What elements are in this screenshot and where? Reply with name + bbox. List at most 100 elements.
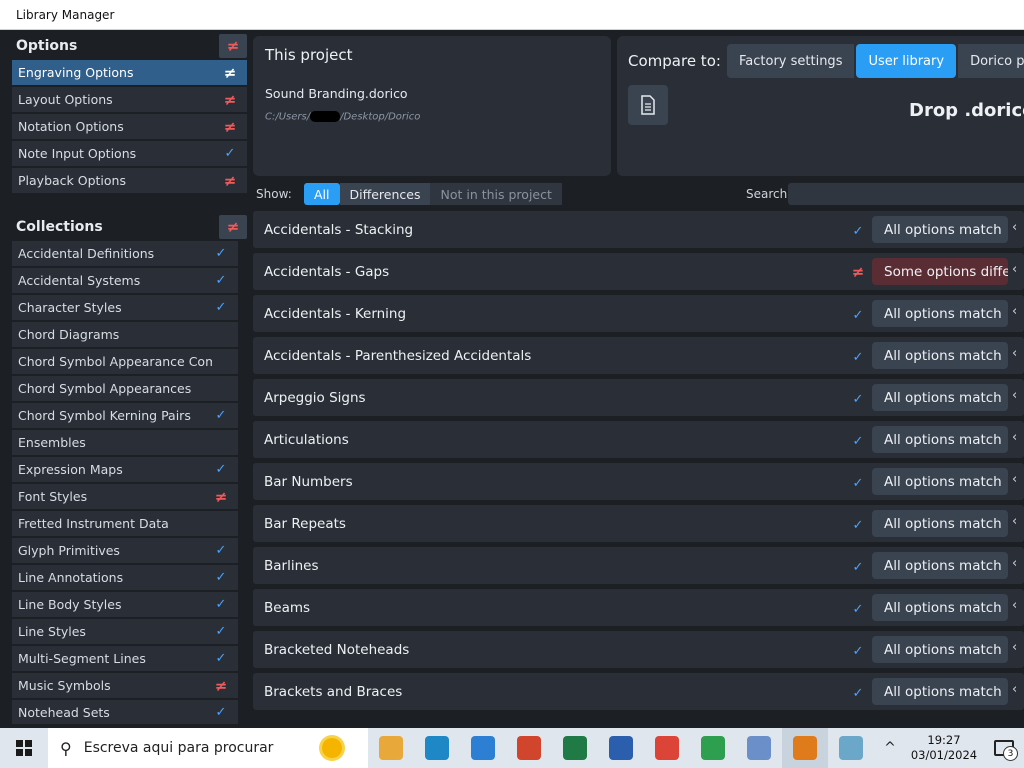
compare-option[interactable]: Factory settings [727, 44, 855, 78]
compare-option[interactable]: Dorico proje [958, 44, 1024, 78]
chevron-left-icon[interactable]: ‹ [1012, 556, 1017, 571]
sidebar-item[interactable]: Layout Options ≠ [12, 87, 247, 112]
sidebar-item[interactable]: Chord Symbol Appearance Componen [12, 349, 238, 374]
show-hidden-icons-chevron-up-icon[interactable]: ^ [876, 740, 904, 756]
comparison-row[interactable]: Brackets and Braces ✓ All options match ‹ [253, 673, 1024, 710]
taskbar-app-button[interactable] [598, 728, 644, 768]
sidebar-item[interactable]: Line Annotations ✓ [12, 565, 238, 590]
sidebar-item[interactable]: Character Styles ✓ [12, 295, 238, 320]
chevron-left-icon[interactable]: ‹ [1012, 430, 1017, 445]
taskbar-app-button[interactable] [736, 728, 782, 768]
taskbar-app-button[interactable] [552, 728, 598, 768]
row-status-pill[interactable]: Some options differ [872, 258, 1008, 285]
comparison-row[interactable]: Bar Numbers ✓ All options match ‹ [253, 463, 1024, 500]
weather-icon[interactable] [304, 736, 360, 760]
taskbar-app-button[interactable] [690, 728, 736, 768]
sidebar-item[interactable]: Line Styles ✓ [12, 619, 238, 644]
taskbar-clock[interactable]: 19:27 03/01/2024 [904, 733, 984, 763]
row-status-pill[interactable]: All options match [872, 216, 1008, 243]
chevron-left-icon[interactable]: ‹ [1012, 514, 1017, 529]
row-status-pill[interactable]: All options match [872, 342, 1008, 369]
comparison-row[interactable]: Accidentals - Gaps ≠ Some options differ ‹ [253, 253, 1024, 290]
comparison-row[interactable]: Barlines ✓ All options match ‹ [253, 547, 1024, 584]
taskbar-search-box[interactable]: ⚲ Escreva aqui para procurar [48, 728, 368, 768]
comparison-row[interactable]: Accidentals - Kerning ✓ All options match ‹ [253, 295, 1024, 332]
chevron-left-icon[interactable]: ‹ [1012, 220, 1017, 235]
sidebar-item[interactable]: Notehead Sets ✓ [12, 700, 238, 724]
comparison-row[interactable]: Accidentals - Stacking ✓ All options match… [253, 211, 1024, 248]
row-status-pill[interactable]: All options match [872, 300, 1008, 327]
taskbar-app-button[interactable] [506, 728, 552, 768]
sidebar-item[interactable]: Engraving Options ≠ [12, 60, 247, 85]
sidebar-item[interactable]: Glyph Primitives ✓ [12, 538, 238, 563]
comparison-row[interactable]: Accidentals - Parenthesized Accidentals ✓… [253, 337, 1024, 374]
chevron-left-icon[interactable]: ‹ [1012, 598, 1017, 613]
row-status-pill[interactable]: All options match [872, 384, 1008, 411]
sidebar-item[interactable]: Notation Options ≠ [12, 114, 247, 139]
taskbar-app-button[interactable] [782, 728, 828, 768]
row-status-pill[interactable]: All options match [872, 468, 1008, 495]
sidebar-item-status: ✓ [212, 705, 230, 720]
comparison-row[interactable]: Bracketed Noteheads ✓ All options match ‹ [253, 631, 1024, 668]
row-status-pill[interactable]: All options match [872, 552, 1008, 579]
show-filter-option[interactable]: Not in this project [430, 183, 562, 205]
sidebar-item[interactable]: Music Symbols ≠ [12, 673, 238, 698]
comparison-row[interactable]: Bar Repeats ✓ All options match ‹ [253, 505, 1024, 542]
comparison-row[interactable]: Arpeggio Signs ✓ All options match ‹ [253, 379, 1024, 416]
compare-option[interactable]: User library [856, 44, 957, 78]
drop-zone-text[interactable]: Drop .dorico p [909, 100, 1024, 121]
comparison-row[interactable]: Beams ✓ All options match ‹ [253, 589, 1024, 626]
sidebar-item[interactable]: Fretted Instrument Data [12, 511, 238, 536]
sidebar-item-label: Multi-Segment Lines [18, 651, 146, 666]
sidebar-item[interactable]: Chord Symbol Appearances [12, 376, 238, 401]
notifications-button[interactable]: 3 [984, 728, 1024, 768]
sidebar-item[interactable]: Ensembles [12, 430, 238, 455]
row-status-pill[interactable]: All options match [872, 678, 1008, 705]
taskbar-app-button[interactable] [460, 728, 506, 768]
chevron-left-icon[interactable]: ‹ [1012, 388, 1017, 403]
not-equal-icon: ≠ [223, 171, 237, 190]
sidebar-item[interactable]: Accidental Definitions ✓ [12, 241, 238, 266]
taskbar-app-button[interactable] [644, 728, 690, 768]
taskbar-app-button[interactable] [368, 728, 414, 768]
excel-icon [563, 736, 587, 760]
start-button[interactable] [0, 728, 48, 768]
chevron-left-icon[interactable]: ‹ [1012, 346, 1017, 361]
check-icon: ✓ [852, 686, 864, 701]
search-label: Search: [746, 187, 792, 201]
check-icon: ✓ [852, 560, 864, 575]
row-name: Accidentals - Kerning [264, 306, 407, 322]
search-input[interactable] [788, 183, 1024, 205]
row-status-pill[interactable]: All options match [872, 594, 1008, 621]
sidebar-item[interactable]: Expression Maps ✓ [12, 457, 238, 482]
sidebar-item[interactable]: Multi-Segment Lines ✓ [12, 646, 238, 671]
chevron-left-icon[interactable]: ‹ [1012, 304, 1017, 319]
sidebar-item-status: ✓ [212, 300, 230, 315]
row-status: ✓ [849, 346, 867, 365]
sidebar-item[interactable]: Line Body Styles ✓ [12, 592, 238, 617]
paint-icon [747, 736, 771, 760]
chevron-left-icon[interactable]: ‹ [1012, 682, 1017, 697]
row-status-pill[interactable]: All options match [872, 636, 1008, 663]
comparison-row[interactable]: Articulations ✓ All options match ‹ [253, 421, 1024, 458]
sidebar-item[interactable]: Font Styles ≠ [12, 484, 238, 509]
chevron-left-icon[interactable]: ‹ [1012, 640, 1017, 655]
collections-status-badge[interactable]: ≠ [219, 215, 247, 239]
sidebar-item[interactable]: Chord Diagrams [12, 322, 238, 347]
row-name: Bar Numbers [264, 474, 353, 490]
show-filter-option[interactable]: Differences [339, 183, 431, 205]
options-status-badge[interactable]: ≠ [219, 34, 247, 58]
sidebar-item[interactable]: Accidental Systems ✓ [12, 268, 238, 293]
collections-section-title: Collections [16, 219, 103, 235]
sidebar-item[interactable]: Chord Symbol Kerning Pairs ✓ [12, 403, 238, 428]
show-filter-option[interactable]: All [304, 183, 340, 205]
chevron-left-icon[interactable]: ‹ [1012, 472, 1017, 487]
sidebar-item[interactable]: Playback Options ≠ [12, 168, 247, 193]
choose-file-button[interactable] [628, 85, 668, 125]
sidebar-item[interactable]: Note Input Options ✓ [12, 141, 247, 166]
row-status-pill[interactable]: All options match [872, 426, 1008, 453]
row-status-pill[interactable]: All options match [872, 510, 1008, 537]
taskbar-app-button[interactable] [828, 728, 874, 768]
taskbar-app-button[interactable] [414, 728, 460, 768]
chevron-left-icon[interactable]: ‹ [1012, 262, 1017, 277]
